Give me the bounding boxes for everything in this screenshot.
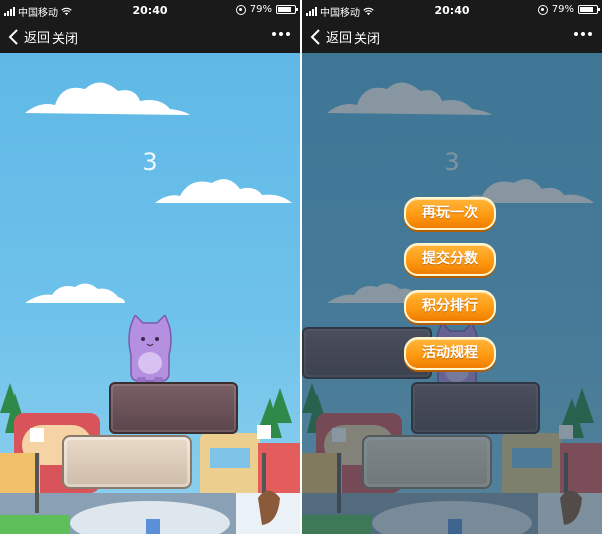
- battery-level: [580, 7, 593, 12]
- back-button[interactable]: 返回: [308, 27, 352, 46]
- leaderboard-button[interactable]: 积分排行: [404, 290, 496, 323]
- nav-bar: 返回 关闭: [0, 20, 300, 53]
- game-scene: 3 再玩一次 提交分数 积分排行 活动规程: [302, 53, 602, 534]
- battery-icon: [276, 5, 298, 14]
- event-rules-button[interactable]: 活动规程: [404, 337, 496, 370]
- back-label: 返回: [24, 31, 51, 46]
- status-bar: 中国移动 20:40 79%: [302, 0, 602, 20]
- battery-percent: 79%: [249, 4, 272, 15]
- more-dots-icon[interactable]: [572, 30, 594, 38]
- game-over-menu: 再玩一次 提交分数 积分排行 活动规程: [302, 53, 602, 534]
- phone-screen-playing: 中国移动 20:40 79% 返回 关闭 3: [0, 0, 300, 534]
- nav-bar: 返回 关闭: [302, 20, 602, 53]
- stacked-block-top: [109, 382, 238, 434]
- phone-screen-game-over: 中国移动 20:40 79% 返回 关闭 再玩一次 提交分数 积分排行 活动规程: [302, 0, 602, 534]
- stacked-block-bottom: [62, 435, 192, 489]
- comparison-stage: 中国移动 20:40 79% 返回 关闭 3 中国移动 20:40 79% 返回…: [0, 0, 602, 534]
- back-label: 返回: [326, 31, 353, 46]
- battery-percent: 79%: [551, 4, 574, 15]
- play-again-button[interactable]: 再玩一次: [404, 197, 496, 230]
- battery-icon: [578, 5, 600, 14]
- orientation-lock-icon: [537, 4, 548, 15]
- status-right-group: 79%: [537, 4, 600, 15]
- chevron-left-icon: [8, 28, 18, 45]
- submit-score-button[interactable]: 提交分数: [404, 243, 496, 276]
- status-bar: 中国移动 20:40 79%: [0, 0, 300, 20]
- cat-character: [128, 315, 172, 383]
- close-button[interactable]: 关闭: [354, 28, 380, 47]
- game-scene[interactable]: 3: [0, 53, 300, 534]
- cloud-shapes: [25, 82, 292, 303]
- orientation-lock-icon: [235, 4, 246, 15]
- close-button[interactable]: 关闭: [52, 28, 78, 47]
- status-right-group: 79%: [235, 4, 298, 15]
- battery-level: [278, 7, 291, 12]
- more-dots-icon[interactable]: [270, 30, 292, 38]
- back-button[interactable]: 返回: [6, 27, 50, 46]
- chevron-left-icon: [310, 28, 320, 45]
- score-display: 3: [142, 148, 158, 176]
